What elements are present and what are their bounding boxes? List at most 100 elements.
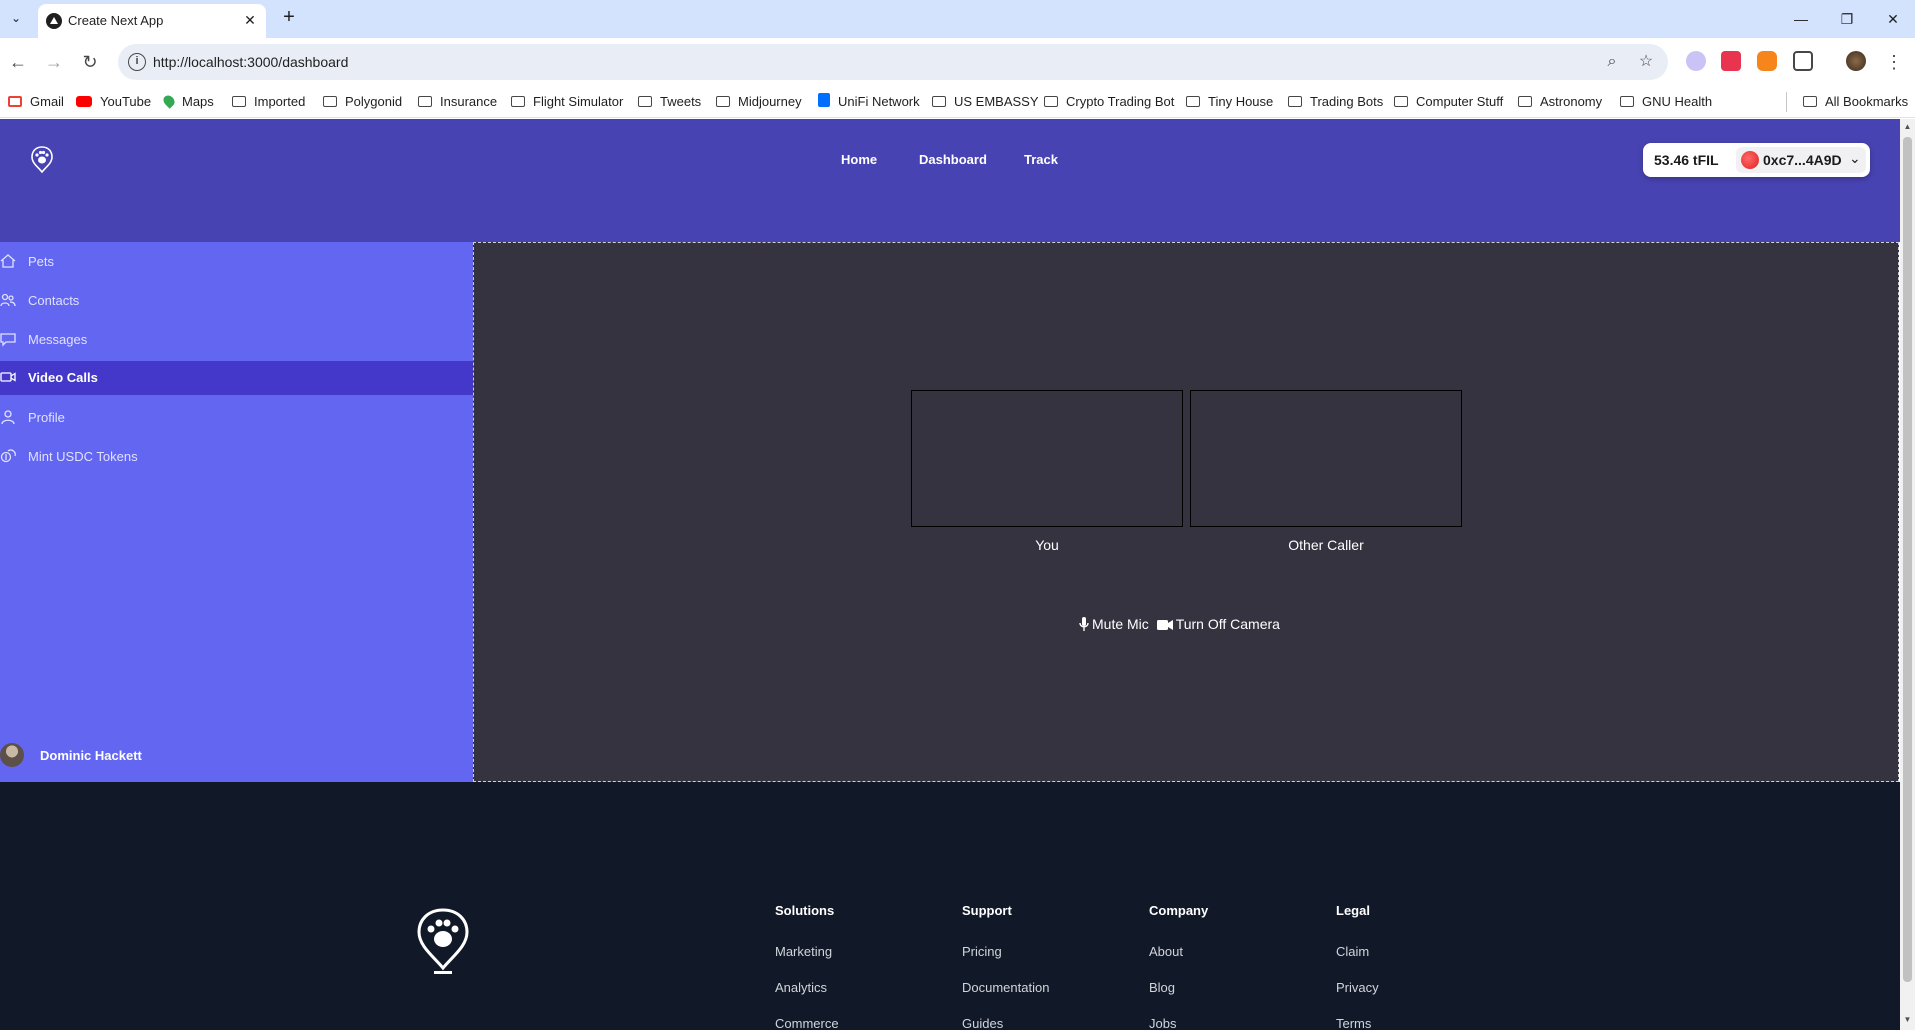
chevron-down-icon: ⌄ <box>1849 150 1861 166</box>
home-icon <box>0 254 16 268</box>
footer-link[interactable]: About <box>1149 944 1183 959</box>
local-video <box>911 390 1183 527</box>
bookmark-folder[interactable]: Trading Bots <box>1288 92 1383 112</box>
footer-heading-solutions: Solutions <box>775 903 835 918</box>
browser-tab-bar: ⌄ Create Next App ✕ + — ❐ ✕ <box>0 0 1915 38</box>
sidebar-item-mint-usdc[interactable]: Mint USDC Tokens <box>0 440 473 474</box>
bookmark-item[interactable]: Gmail <box>8 92 64 112</box>
extension-icon[interactable] <box>1721 51 1741 71</box>
bookmark-folder[interactable]: Polygonid <box>323 92 402 112</box>
app-header: Home Dashboard Track 53.46 tFIL 0xc7...4… <box>0 119 1900 242</box>
sidebar-item-label: Video Calls <box>28 370 98 385</box>
paw-logo-icon[interactable] <box>416 908 470 976</box>
sidebar-item-profile[interactable]: Profile <box>0 401 473 435</box>
bookmark-folder[interactable]: GNU Health <box>1620 92 1712 112</box>
folder-icon <box>1394 96 1408 107</box>
bookmarks-bar: Gmail YouTube Maps Imported Polygonid In… <box>0 86 1915 118</box>
tab-close-icon[interactable]: ✕ <box>240 10 260 30</box>
bookmark-folder[interactable]: Midjourney <box>716 92 802 112</box>
footer-link[interactable]: Pricing <box>962 944 1002 959</box>
reload-icon[interactable]: ↻ <box>78 50 102 74</box>
extension-icon[interactable] <box>1686 51 1706 71</box>
bookmark-folder[interactable]: Crypto Trading Bot <box>1044 92 1174 112</box>
paw-logo-icon[interactable] <box>30 146 54 174</box>
sidebar-item-video-calls[interactable]: Video Calls <box>0 361 473 395</box>
bookmark-star-icon[interactable]: ☆ <box>1636 52 1656 72</box>
bookmark-folder[interactable]: Flight Simulator <box>511 92 623 112</box>
bookmark-item[interactable]: Maps <box>161 92 214 112</box>
menu-dots-icon[interactable]: ⋮ <box>1882 50 1906 74</box>
sidebar-item-label: Contacts <box>28 293 80 308</box>
profile-avatar[interactable] <box>1846 51 1866 71</box>
bookmark-folder[interactable]: Tiny House <box>1186 92 1273 112</box>
footer-link[interactable]: Commerce <box>775 1016 839 1030</box>
back-icon[interactable]: ← <box>6 50 30 74</box>
turn-off-camera-button[interactable]: Turn Off Camera <box>1156 616 1280 632</box>
wallet-balance: 53.46 tFIL <box>1654 152 1719 168</box>
bookmark-folder[interactable]: Tweets <box>638 92 701 112</box>
tab-search-icon[interactable]: ⌄ <box>6 8 26 28</box>
nav-track-link[interactable]: Track <box>1024 152 1058 167</box>
page-scrollbar[interactable]: ▲ ▼ <box>1900 119 1915 1030</box>
browser-tab[interactable]: Create Next App ✕ <box>38 4 266 38</box>
tab-favicon-icon <box>46 13 62 29</box>
chat-icon <box>0 333 16 347</box>
footer-link[interactable]: Privacy <box>1336 980 1379 995</box>
user-name[interactable]: Dominic Hackett <box>40 748 142 763</box>
bookmark-folder[interactable]: Imported <box>232 92 305 112</box>
footer-link[interactable]: Analytics <box>775 980 827 995</box>
folder-icon <box>1044 96 1058 107</box>
nav-home-link[interactable]: Home <box>841 152 877 167</box>
avatar[interactable] <box>0 743 24 767</box>
scrollbar-thumb[interactable] <box>1903 137 1912 982</box>
new-tab-icon[interactable]: + <box>278 7 300 29</box>
bookmark-folder[interactable]: Insurance <box>418 92 497 112</box>
microphone-icon <box>1079 617 1089 631</box>
sidebar-item-label: Profile <box>28 410 65 425</box>
all-bookmarks[interactable]: All Bookmarks <box>1786 92 1908 112</box>
folder-icon <box>1288 96 1302 107</box>
folder-icon <box>716 96 730 107</box>
forward-icon[interactable]: → <box>42 50 66 74</box>
folder-icon <box>638 96 652 107</box>
footer-link[interactable]: Documentation <box>962 980 1049 995</box>
footer-link[interactable]: Blog <box>1149 980 1175 995</box>
sidebar-item-pets[interactable]: Pets <box>0 245 473 279</box>
minimize-icon[interactable]: — <box>1778 6 1824 32</box>
restore-icon[interactable]: ❐ <box>1824 6 1870 32</box>
camera-icon <box>1156 620 1173 630</box>
sidebar-item-label: Messages <box>28 332 88 347</box>
bookmark-item[interactable]: UniFi Network <box>818 92 920 112</box>
wallet-button[interactable]: 53.46 tFIL 0xc7...4A9D ⌄ <box>1643 143 1870 177</box>
site-info-icon[interactable]: i <box>128 53 146 71</box>
footer-link[interactable]: Claim <box>1336 944 1369 959</box>
bookmark-item[interactable]: YouTube <box>76 92 151 112</box>
url-text[interactable]: http://localhost:3000/dashboard <box>153 54 348 70</box>
address-bar[interactable]: i http://localhost:3000/dashboard ⌕ ☆ <box>118 44 1668 80</box>
extensions-puzzle-icon[interactable] <box>1793 51 1813 71</box>
sidebar: Pets Contacts Messages Video Calls Profi… <box>0 242 473 782</box>
folder-icon <box>1803 96 1817 107</box>
footer-heading-legal: Legal <box>1336 903 1370 918</box>
nav-dashboard-link[interactable]: Dashboard <box>919 152 987 167</box>
sidebar-item-contacts[interactable]: Contacts <box>0 284 473 318</box>
bookmark-folder[interactable]: Astronomy <box>1518 92 1602 112</box>
footer-link[interactable]: Jobs <box>1149 1016 1176 1030</box>
footer-link[interactable]: Guides <box>962 1016 1003 1030</box>
users-icon <box>0 293 16 307</box>
unifi-icon <box>818 93 830 107</box>
zoom-icon[interactable]: ⌕ <box>1602 52 1622 72</box>
sidebar-item-messages[interactable]: Messages <box>0 323 473 357</box>
scroll-up-icon[interactable]: ▲ <box>1903 122 1912 131</box>
footer-link[interactable]: Terms <box>1336 1016 1371 1030</box>
bookmark-folder[interactable]: Computer Stuff <box>1394 92 1503 112</box>
metamask-icon[interactable] <box>1757 51 1777 71</box>
browser-toolbar: ← → ↻ i http://localhost:3000/dashboard … <box>0 38 1915 86</box>
scroll-down-icon[interactable]: ▼ <box>1903 1015 1912 1024</box>
local-video-label: You <box>1035 537 1059 553</box>
footer-link[interactable]: Marketing <box>775 944 832 959</box>
mute-mic-button[interactable]: Mute Mic <box>1079 616 1149 632</box>
close-window-icon[interactable]: ✕ <box>1870 6 1915 32</box>
bookmark-folder[interactable]: US EMBASSY <box>932 92 1039 112</box>
sidebar-item-label: Mint USDC Tokens <box>28 449 138 464</box>
